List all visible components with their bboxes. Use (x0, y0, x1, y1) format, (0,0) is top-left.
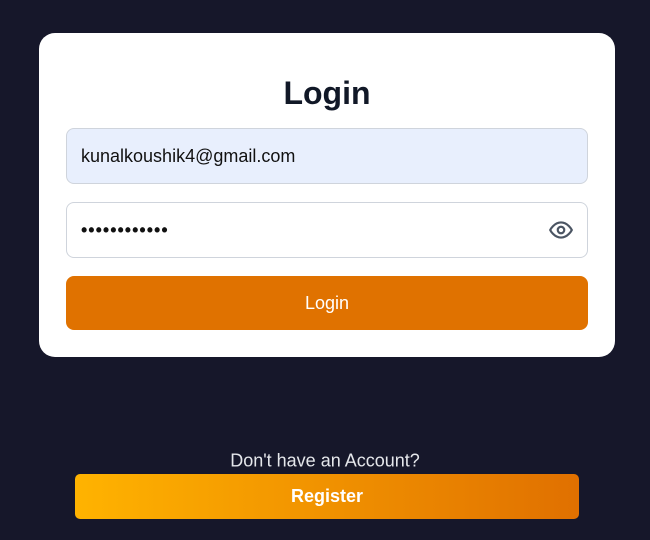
login-button[interactable]: Login (66, 276, 588, 330)
register-button[interactable]: Register (75, 474, 579, 519)
password-value[interactable]: •••••••••••• (81, 203, 169, 257)
login-title: Login (283, 75, 371, 111)
password-field[interactable]: •••••••••••• (66, 202, 588, 258)
email-field[interactable]: kunalkoushik4@gmail.com (66, 128, 588, 184)
login-page: Login kunalkoushik4@gmail.com ••••••••••… (0, 0, 650, 540)
login-button-label: Login (304, 292, 350, 313)
login-card: Login kunalkoushik4@gmail.com ••••••••••… (39, 33, 615, 357)
register-prompt: Don't have an Account? (230, 450, 420, 471)
register-button-label: Register (290, 486, 364, 506)
email-value[interactable]: kunalkoushik4@gmail.com (81, 129, 295, 183)
eye-icon[interactable] (547, 216, 575, 244)
